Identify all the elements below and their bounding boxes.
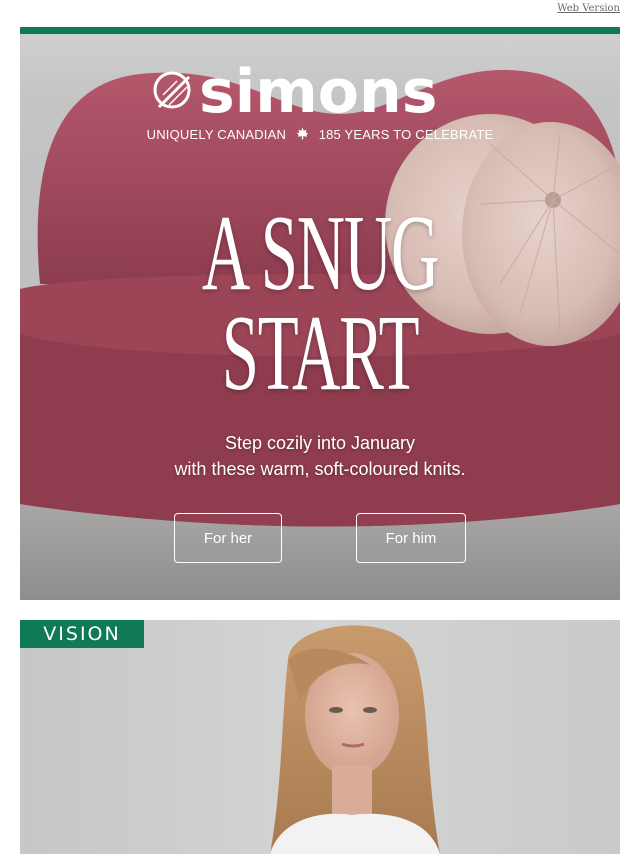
vision-badge-text: VISION xyxy=(43,623,121,645)
tagline: UNIQUELY CANADIAN 185 YEARS TO CELEBRATE xyxy=(20,127,620,143)
subtext-line-1: Step cozily into January xyxy=(224,433,416,453)
simons-logo: simons xyxy=(153,57,489,127)
for-her-button[interactable]: For her xyxy=(174,513,282,563)
headline-line-1: A SNUG xyxy=(201,194,440,313)
web-version-link[interactable]: Web Version xyxy=(557,3,620,14)
tagline-right: 185 YEARS TO CELEBRATE xyxy=(318,127,494,142)
vision-banner[interactable]: VISION xyxy=(20,620,620,854)
headline-line-2: START xyxy=(221,294,420,413)
vision-badge: VISION xyxy=(20,620,144,648)
model-photo xyxy=(270,625,440,854)
subtext-line-2: with these warm, soft-coloured knits. xyxy=(174,459,466,479)
hero-subtext: Step cozily into January with these warm… xyxy=(20,430,620,482)
brand-wordmark: simons xyxy=(199,57,438,127)
for-him-button[interactable]: For him xyxy=(356,513,466,563)
simons-leaf-icon xyxy=(153,71,191,109)
maple-leaf-icon xyxy=(296,127,309,143)
hero-headline: A SNUG START xyxy=(134,194,506,413)
tagline-left: UNIQUELY CANADIAN xyxy=(146,127,287,142)
top-accent-bar xyxy=(20,27,620,34)
hero-banner[interactable]: simons UNIQUELY CANADIAN 185 YEARS TO CE… xyxy=(20,34,620,600)
